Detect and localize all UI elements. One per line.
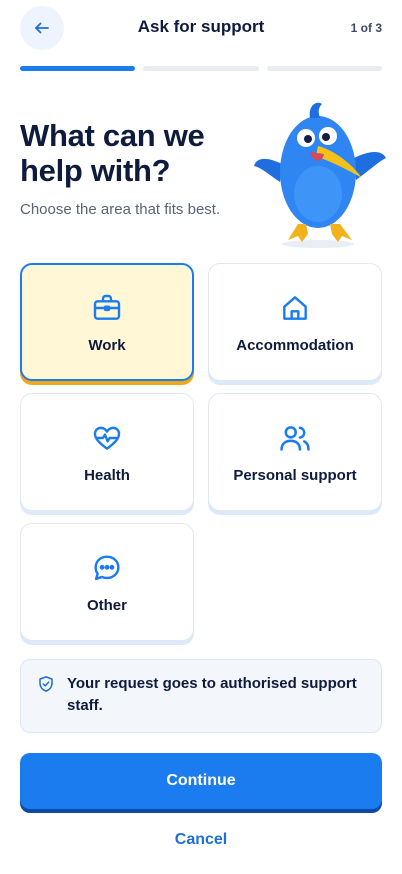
shield-check-icon — [39, 676, 53, 692]
progress-step-2 — [143, 66, 259, 71]
step-counter: 1 of 3 — [350, 21, 382, 35]
option-other[interactable]: Other — [20, 523, 194, 641]
blue-bird-mascot — [254, 102, 386, 248]
option-label: Accommodation — [236, 336, 354, 354]
progress-step-1 — [20, 66, 136, 71]
notice-text: Your request goes to authorised support … — [67, 675, 357, 714]
header: Ask for support 1 of 3 — [0, 0, 402, 58]
chat-bubble-icon — [90, 551, 124, 585]
option-label: Other — [86, 596, 127, 614]
option-label: Health — [84, 466, 130, 484]
users-icon — [278, 421, 312, 455]
cancel-link[interactable]: Cancel — [0, 831, 402, 849]
hero-subtitle: Choose the area that fits best. — [20, 201, 221, 218]
house-icon — [278, 291, 312, 325]
option-accommodation[interactable]: Accommodation — [208, 263, 382, 381]
privacy-notice: Your request goes to authorised support … — [20, 659, 382, 733]
option-personal-support[interactable]: Personal support — [208, 393, 382, 511]
heart-pulse-icon — [90, 421, 124, 455]
progress-step-3 — [266, 66, 382, 71]
option-label: Work — [88, 336, 126, 354]
progress-bar — [20, 66, 382, 71]
hero: What can we help with? Choose the area t… — [20, 118, 260, 218]
support-options: Work Accommodation Health Personal suppo… — [20, 263, 382, 641]
hero-title: What can we help with? — [20, 118, 205, 188]
option-work[interactable]: Work — [20, 263, 194, 381]
option-label: Personal support — [233, 466, 357, 484]
option-health[interactable]: Health — [20, 393, 194, 511]
continue-button[interactable]: Continue — [20, 753, 382, 809]
briefcase-icon — [90, 291, 124, 325]
page-title: Ask for support — [137, 17, 265, 36]
